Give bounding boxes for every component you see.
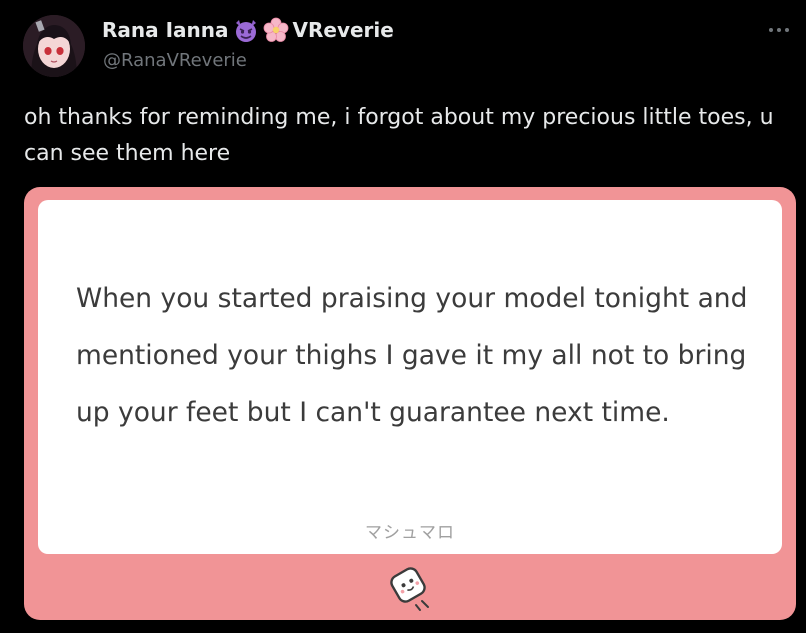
author-name[interactable]: Rana Ianna xyxy=(102,18,229,42)
author-handle[interactable]: @RanaVReverie xyxy=(103,50,247,71)
cherry-blossom-icon xyxy=(263,17,289,43)
brand-label: マシュマロ xyxy=(365,523,455,543)
avatar[interactable] xyxy=(23,15,85,77)
media-card[interactable]: When you started praising your model ton… xyxy=(24,187,796,620)
author-display-name[interactable]: Rana Ianna VReverie xyxy=(102,17,394,43)
more-options-icon[interactable] xyxy=(766,20,792,40)
smiling-imp-icon xyxy=(233,17,259,43)
question-card: When you started praising your model ton… xyxy=(38,200,782,554)
marshmallow-icon xyxy=(382,559,438,615)
tweet-text: oh thanks for reminding me, i forgot abo… xyxy=(24,105,774,166)
question-text: When you started praising your model ton… xyxy=(76,283,748,428)
author-name-suffix[interactable]: VReverie xyxy=(293,18,394,42)
